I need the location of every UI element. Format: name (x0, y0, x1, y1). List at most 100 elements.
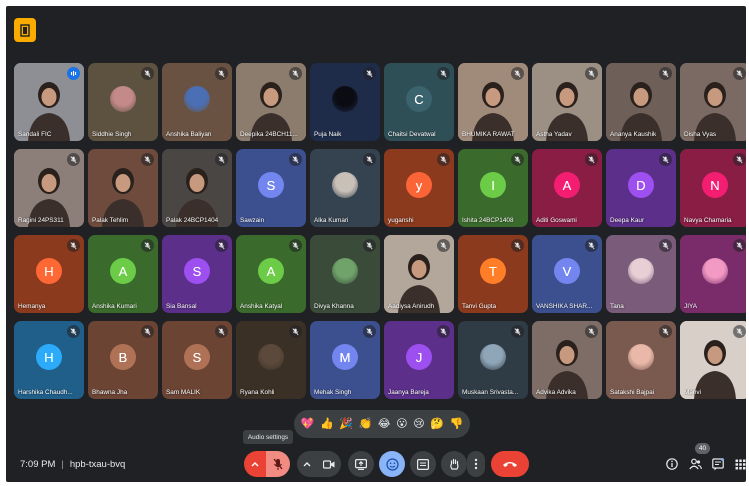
reaction-emoji[interactable]: 🎉 (339, 418, 353, 430)
raise-hand-button[interactable] (441, 451, 467, 477)
muted-indicator (511, 67, 524, 80)
participant-tile[interactable]: JIYA (680, 235, 746, 313)
participant-name: Sia Bansal (166, 303, 197, 310)
participant-avatar: T (480, 258, 506, 284)
people-button[interactable] (685, 454, 705, 474)
muted-indicator (215, 153, 228, 166)
participant-tile[interactable]: Manvi (680, 321, 746, 399)
participant-tile[interactable]: T Tanvi Gupta (458, 235, 528, 313)
reaction-emoji[interactable]: 😢 (413, 418, 424, 430)
reaction-emoji[interactable]: 👎 (449, 418, 463, 430)
participant-tile[interactable]: A Anshika Kumari (88, 235, 158, 313)
people-icon (688, 458, 702, 470)
mic-off-icon (292, 241, 299, 249)
reaction-emoji[interactable]: 🤔 (430, 418, 444, 430)
mic-off-icon (218, 241, 225, 249)
participant-tile[interactable]: S Sam MALIK (162, 321, 232, 399)
muted-indicator (585, 325, 598, 338)
participant-tile[interactable]: Sandali FIC (14, 63, 84, 141)
participant-avatar: M (332, 344, 358, 370)
present-button[interactable] (348, 451, 374, 477)
participant-tile[interactable]: Aadiysa Anirudh (384, 235, 454, 313)
captions-button[interactable] (410, 451, 436, 477)
participant-tile[interactable]: H Harshika Chaudh... (14, 321, 84, 399)
participant-tile[interactable]: Astha Yadav (532, 63, 602, 141)
participant-tile[interactable]: I Ishita 24BCP1408 (458, 149, 528, 227)
participant-tile[interactable]: H Hemanya (14, 235, 84, 313)
chat-button[interactable] (708, 454, 728, 474)
participant-avatar (702, 258, 728, 284)
muted-indicator (585, 239, 598, 252)
participant-tile[interactable]: M Mehak Singh (310, 321, 380, 399)
participant-tile[interactable]: J Jaanya Bareja (384, 321, 454, 399)
participant-name: Anshika Baliyan (166, 131, 212, 138)
participant-avatar: I (480, 172, 506, 198)
participant-avatar (480, 344, 506, 370)
leave-call-button[interactable] (491, 451, 529, 477)
participant-tile[interactable]: Palak 24BCP1404 (162, 149, 232, 227)
participant-tile[interactable]: S Sia Bansal (162, 235, 232, 313)
participant-name: Ananya Kaushik (610, 131, 657, 138)
participant-tile[interactable]: Anshika Baliyan (162, 63, 232, 141)
participant-tile[interactable]: y yuganshi (384, 149, 454, 227)
participant-tile[interactable]: N Navya Chamaria (680, 149, 746, 227)
chat-icon (712, 457, 724, 470)
participant-tile[interactable]: V VANSHIKA SHAR... (532, 235, 602, 313)
more-options-button[interactable] (467, 451, 485, 477)
participant-avatar: A (258, 258, 284, 284)
meeting-details-button[interactable] (662, 454, 682, 474)
microphone-button[interactable] (266, 451, 290, 477)
participant-name: Astha Yadav (536, 131, 572, 138)
participant-tile[interactable]: Ananya Kaushik (606, 63, 676, 141)
reaction-emoji[interactable]: 😂 (378, 418, 391, 430)
participant-name: Alka Kumari (314, 217, 349, 224)
participant-tile[interactable]: Palak Tehlim (88, 149, 158, 227)
participant-tile[interactable]: Ryana Kohli (236, 321, 306, 399)
participant-tile[interactable]: S Sawzain (236, 149, 306, 227)
muted-indicator (585, 67, 598, 80)
participant-tile[interactable]: Advika Advika (532, 321, 602, 399)
participant-tile[interactable]: Satakshi Bajpai (606, 321, 676, 399)
reaction-emoji[interactable]: 💖 (301, 418, 315, 430)
reaction-emoji[interactable]: 👍 (320, 418, 334, 430)
participant-tile[interactable]: Alka Kumari (310, 149, 380, 227)
participant-tile[interactable]: Ragini 24PS311 (14, 149, 84, 227)
participant-tile[interactable]: A Anshika Katyal (236, 235, 306, 313)
participant-tile[interactable]: A Aditi Goswami (532, 149, 602, 227)
muted-indicator (289, 239, 302, 252)
video-options-button[interactable] (297, 451, 317, 477)
participant-name: Navya Chamaria (684, 217, 732, 224)
participant-name: Siddhie Singh (92, 131, 132, 138)
participant-tile[interactable]: C Chaitsi Devatwal (384, 63, 454, 141)
meeting-code: hpb-txau-bvq (69, 459, 126, 470)
participant-avatar: C (406, 86, 432, 112)
mic-off-icon (588, 241, 595, 249)
mic-off-icon (588, 155, 595, 163)
participant-tile[interactable]: B Bhawna Jha (88, 321, 158, 399)
participant-tile[interactable]: Divya Khanna (310, 235, 380, 313)
reaction-emoji[interactable]: 👏 (359, 418, 373, 430)
camera-button[interactable] (317, 451, 341, 477)
mic-off-icon (736, 241, 743, 249)
participant-tile[interactable]: Deepika 24BCH11... (236, 63, 306, 141)
participant-tile[interactable]: BHUMIKA RAWAT (458, 63, 528, 141)
participant-name: Advika Advika (536, 389, 576, 396)
participant-tile[interactable]: D Deepa Kaur (606, 149, 676, 227)
activities-button[interactable] (730, 454, 746, 474)
participant-tile[interactable]: Tana (606, 235, 676, 313)
recording-badge[interactable] (14, 18, 36, 42)
reactions-button[interactable] (379, 451, 405, 477)
meeting-info: 7:09 PM | hpb-txau-bvq (20, 459, 125, 470)
reaction-emoji[interactable]: 😮 (396, 418, 407, 430)
participant-tile[interactable]: Muskaan Srivasta... (458, 321, 528, 399)
muted-indicator (67, 325, 80, 338)
audio-options-button[interactable] (244, 451, 266, 477)
participant-tile[interactable]: Puja Naik (310, 63, 380, 141)
participant-tile[interactable]: Siddhie Singh (88, 63, 158, 141)
participant-tile[interactable]: Disha Vyas (680, 63, 746, 141)
muted-indicator (363, 239, 376, 252)
participant-grid: Sandali FIC Siddhie Singh Anshika Baliyan D… (14, 63, 746, 399)
muted-indicator (437, 67, 450, 80)
more-vert-icon (474, 458, 478, 470)
participant-avatar: A (554, 172, 580, 198)
